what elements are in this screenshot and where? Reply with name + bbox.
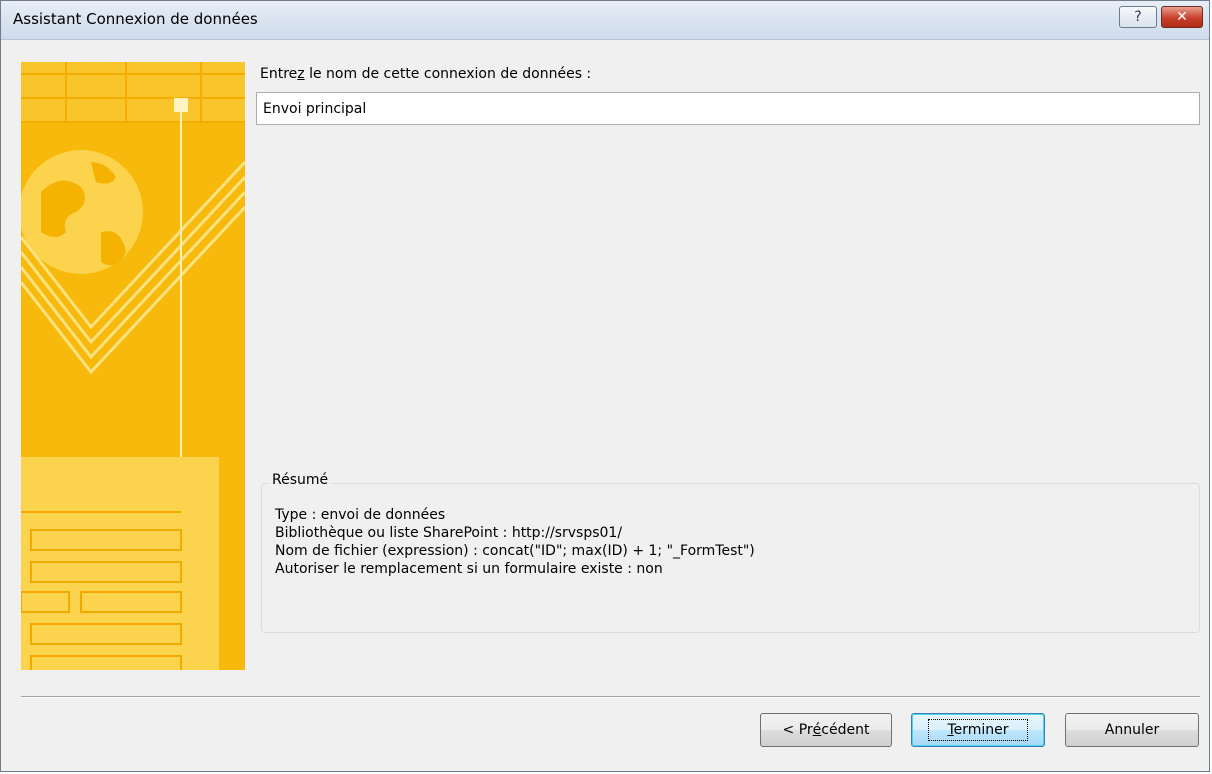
connection-name-label: Entrez le nom de cette connexion de donn… <box>260 66 592 82</box>
summary-title: Résumé <box>268 472 333 488</box>
summary-line-filename: Nom de fichier (expression) : concat("ID… <box>275 543 755 559</box>
connection-name-input[interactable] <box>256 92 1200 125</box>
finish-button[interactable]: Terminer <box>911 713 1045 747</box>
cancel-button[interactable]: Annuler <box>1065 713 1199 747</box>
previous-button[interactable]: < Pr é cédent <box>760 713 892 747</box>
summary-content: Type : envoi de données Bibliothèque ou … <box>275 506 755 578</box>
button-separator <box>21 696 1200 698</box>
summary-line-library: Bibliothèque ou liste SharePoint : http:… <box>275 525 623 541</box>
summary-line-overwrite: Autoriser le remplacement si un formulai… <box>275 561 663 577</box>
globe-checkmark-illustration <box>21 62 245 670</box>
wizard-banner-image <box>21 62 245 670</box>
summary-line-type: Type : envoi de données <box>275 507 446 523</box>
